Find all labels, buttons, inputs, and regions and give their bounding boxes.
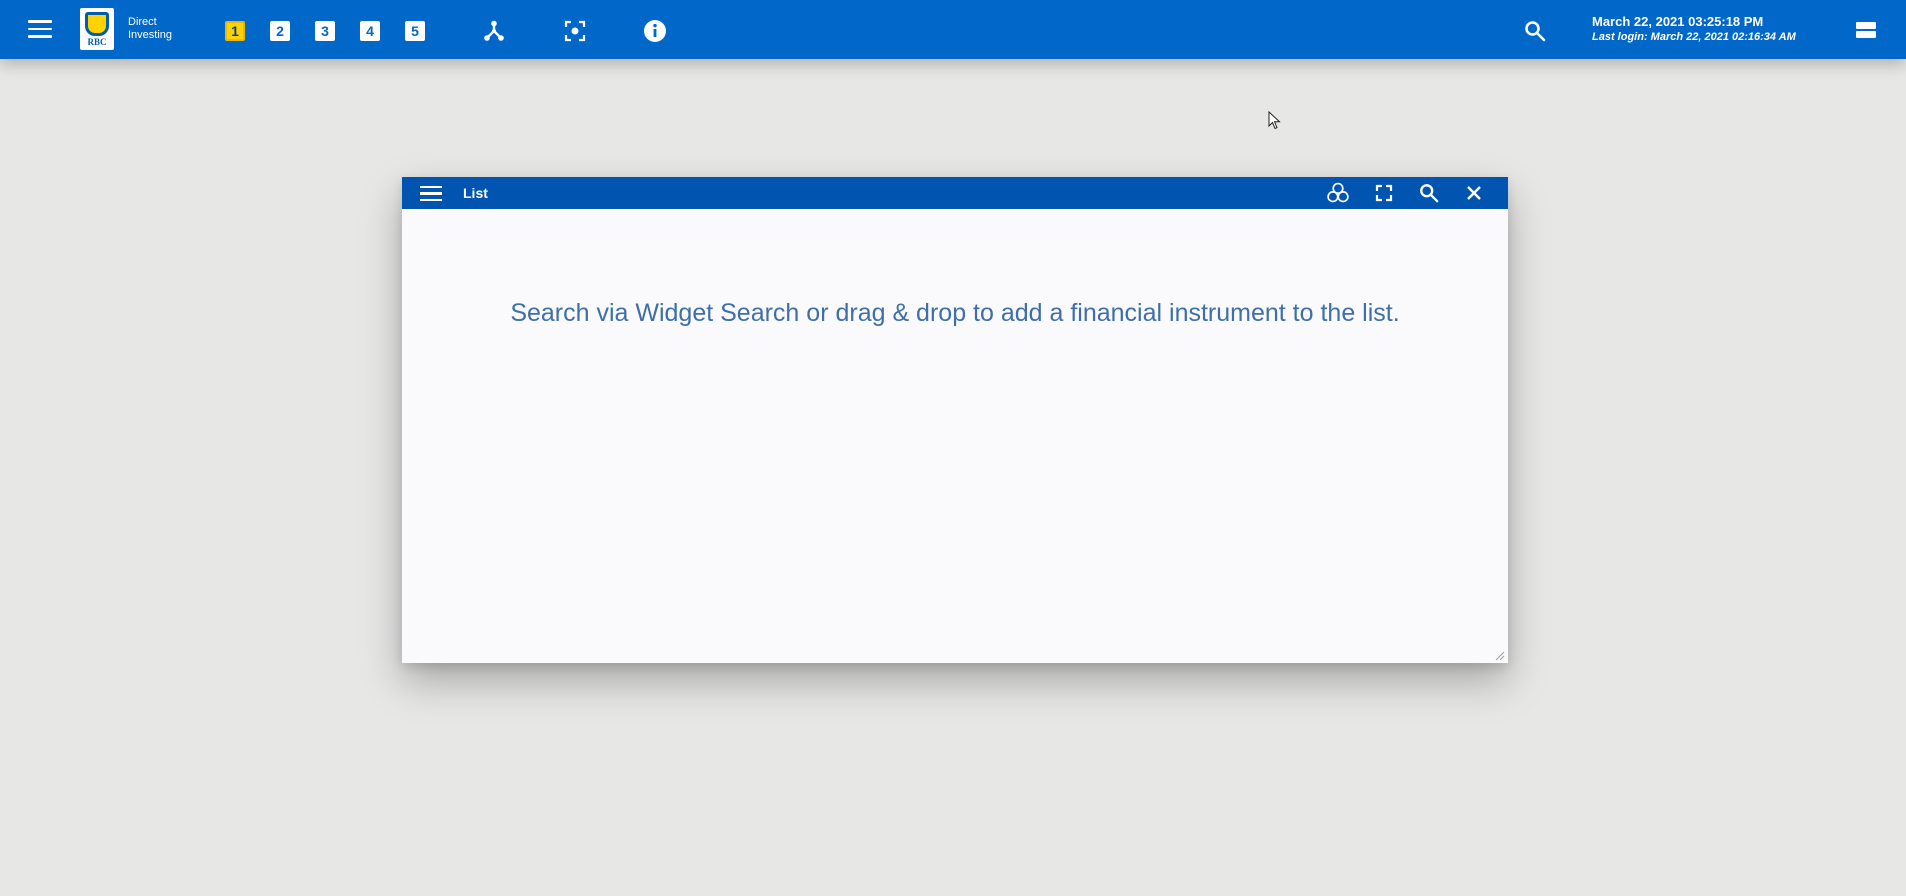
widget-body[interactable]: Search via Widget Search or drag & drop … [402,209,1508,663]
widget-menu-icon[interactable] [420,186,442,201]
network-icon[interactable] [482,19,506,43]
rbc-shield-icon: RBC [80,8,114,50]
widget-title: List [463,185,488,201]
widget-header[interactable]: List [402,177,1508,209]
close-icon[interactable] [1462,181,1486,205]
current-datetime: March 22, 2021 03:25:18 PM [1592,14,1764,29]
workspace-3-button[interactable]: 3 [315,21,335,41]
logo-text: Direct Investing [128,16,172,42]
list-widget: List Search via Widget Search or drag & … [402,177,1508,663]
layout-icon[interactable] [1856,22,1876,38]
workspace-5-button[interactable]: 5 [405,21,425,41]
logo-line-direct: Direct [128,16,157,28]
logo-line-investing: Investing [128,29,173,41]
last-login: Last login: March 22, 2021 02:16:34 AM [1592,31,1796,43]
main-menu-icon[interactable] [28,20,52,38]
session-datetime: March 22, 2021 03:25:18 PM Last login: M… [1592,14,1796,44]
workspace-2-button[interactable]: 2 [270,21,290,41]
resize-handle-icon[interactable] [1493,648,1505,661]
rbc-logo[interactable]: RBC Direct Investing [80,8,172,50]
widget-search-icon[interactable] [1417,181,1441,205]
link-circles-icon[interactable] [1326,181,1350,205]
focus-icon[interactable] [563,19,587,43]
empty-list-message: Search via Widget Search or drag & drop … [510,299,1400,327]
maximize-icon[interactable] [1372,181,1396,205]
mouse-cursor-icon [1268,110,1282,131]
search-icon[interactable] [1523,19,1547,43]
workspace-1-button[interactable]: 1 [225,21,245,41]
top-navigation-bar: RBC Direct Investing 1 2 3 4 5 March 22,… [0,0,1906,59]
workspace-4-button[interactable]: 4 [360,21,380,41]
info-icon[interactable] [643,19,667,43]
